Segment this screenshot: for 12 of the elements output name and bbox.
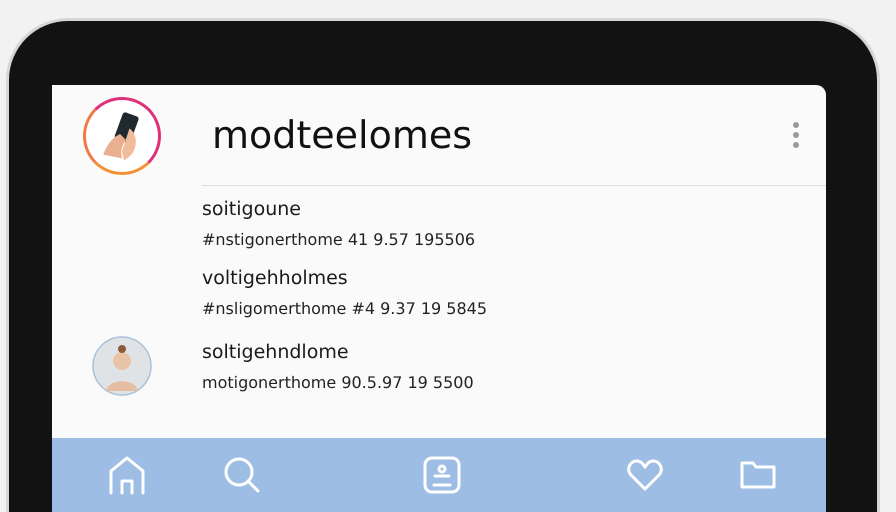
account-name[interactable]: soltigehndlome bbox=[202, 340, 826, 362]
home-icon[interactable] bbox=[107, 455, 147, 495]
account-name[interactable]: soitigoune bbox=[202, 198, 826, 220]
search-icon[interactable] bbox=[222, 455, 262, 495]
profile-username: modteelomes bbox=[211, 113, 474, 157]
account-caption: motigonerthome 90.5.97 19 5500 bbox=[202, 372, 475, 392]
account-caption: #nsligomerthome #4 9.37 19 5845 bbox=[202, 299, 488, 318]
framed-person-icon[interactable] bbox=[422, 455, 462, 495]
person-avatar[interactable] bbox=[92, 336, 152, 396]
more-options-icon[interactable] bbox=[792, 121, 800, 149]
account-caption: #nstigonerthome 41 9.57 195506 bbox=[202, 230, 476, 249]
account-name[interactable]: voltigehholmes bbox=[202, 267, 826, 289]
